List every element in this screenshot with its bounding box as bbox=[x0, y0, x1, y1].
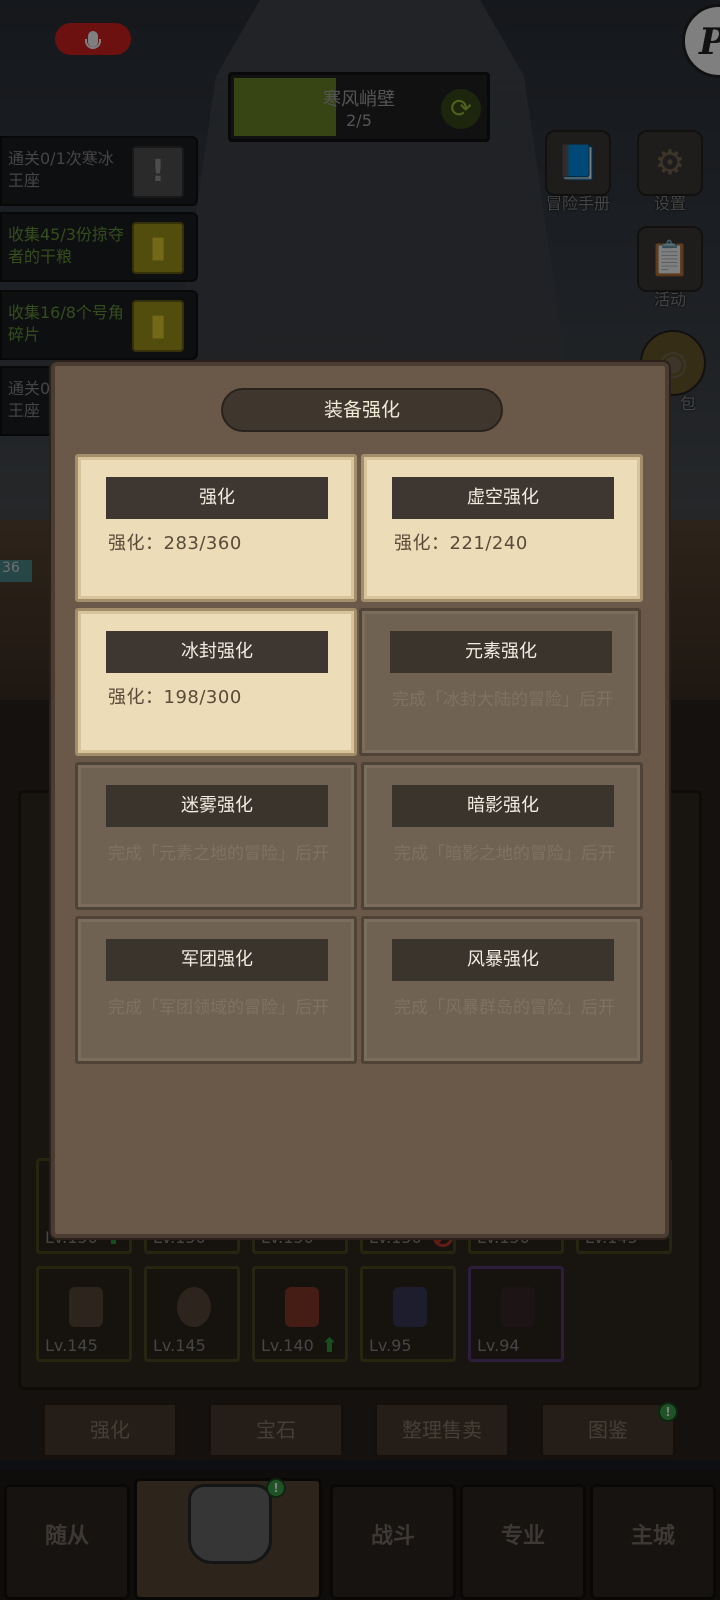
enhance-card[interactable]: 强化 强化：283/360 bbox=[75, 454, 357, 602]
unlock-hint: 完成「冰封大陆的冒险」后开 bbox=[392, 690, 613, 710]
enhance-card[interactable]: 冰封强化 强化：198/300 bbox=[75, 608, 357, 756]
dialog-title: 装备强化 bbox=[221, 388, 503, 432]
enhance-progress: 强化：198/300 bbox=[108, 687, 242, 708]
enhance-card-title: 强化 bbox=[106, 477, 328, 519]
enhance-card-title: 虚空强化 bbox=[392, 477, 614, 519]
equipment-enhance-dialog: 装备强化 强化 强化：283/360 虚空强化 强化：221/240 冰封强化 … bbox=[51, 362, 669, 1238]
enhance-card-title: 风暴强化 bbox=[392, 939, 614, 981]
unlock-hint: 完成「军团领域的冒险」后开 bbox=[108, 998, 329, 1018]
enhance-card-title: 暗影强化 bbox=[392, 785, 614, 827]
enhance-card-title: 元素强化 bbox=[390, 631, 612, 673]
enhance-card-locked[interactable]: 迷雾强化 完成「元素之地的冒险」后开 bbox=[75, 762, 357, 910]
enhance-card-locked[interactable]: 暗影强化 完成「暗影之地的冒险」后开 bbox=[361, 762, 643, 910]
enhance-card-title: 迷雾强化 bbox=[106, 785, 328, 827]
enhance-card-locked[interactable]: 军团强化 完成「军团领域的冒险」后开 bbox=[75, 916, 357, 1064]
enhance-card-title: 冰封强化 bbox=[106, 631, 328, 673]
enhance-card[interactable]: 虚空强化 强化：221/240 bbox=[361, 454, 643, 602]
unlock-hint: 完成「风暴群岛的冒险」后开 bbox=[394, 998, 615, 1018]
unlock-hint: 完成「暗影之地的冒险」后开 bbox=[394, 844, 615, 864]
enhance-card-locked[interactable]: 风暴强化 完成「风暴群岛的冒险」后开 bbox=[361, 916, 643, 1064]
enhance-progress: 强化：283/360 bbox=[108, 533, 242, 554]
enhance-card-locked[interactable]: 元素强化 完成「冰封大陆的冒险」后开 bbox=[359, 608, 641, 756]
enhance-card-title: 军团强化 bbox=[106, 939, 328, 981]
unlock-hint: 完成「元素之地的冒险」后开 bbox=[108, 844, 329, 864]
enhance-progress: 强化：221/240 bbox=[394, 533, 528, 554]
